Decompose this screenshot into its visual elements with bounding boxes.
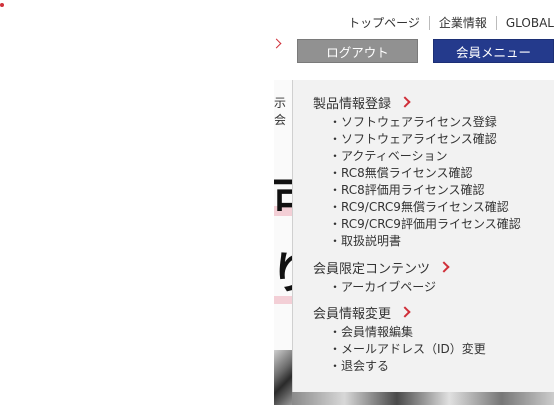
menu-item-list: アーカイブページ: [313, 279, 448, 296]
menu-item-manuals[interactable]: 取扱説明書: [329, 233, 521, 250]
section-title-member-content[interactable]: 会員限定コンテンツ: [313, 258, 430, 277]
chevron-right-icon: [438, 261, 450, 273]
menu-item-change-email[interactable]: メールアドレス（ID）変更: [329, 341, 486, 358]
menu-section-heading[interactable]: 会員限定コンテンツ: [313, 258, 450, 277]
menu-item-rc8-free-license[interactable]: RC8無償ライセンス確認: [329, 165, 521, 182]
menu-item-rc9-eval-license[interactable]: RC9/CRC9評価用ライセンス確認: [329, 216, 521, 233]
status-dot: [0, 3, 4, 7]
menu-item-rc8-eval-license[interactable]: RC8評価用ライセンス確認: [329, 182, 521, 199]
global-link[interactable]: GLOBAL: [497, 16, 554, 30]
logout-button[interactable]: ログアウト: [297, 39, 418, 63]
menu-section-heading[interactable]: 製品情報登録: [313, 93, 521, 112]
member-menu-button[interactable]: 会員メニュー: [433, 39, 554, 63]
menu-item-rc9-free-license[interactable]: RC9/CRC9無償ライセンス確認: [329, 199, 521, 216]
background-image: [292, 392, 554, 405]
background-content: 示会 可 り: [274, 80, 292, 405]
menu-item-list: ソフトウェアライセンス登録 ソフトウェアライセンス確認 アクティベーション RC…: [313, 114, 521, 250]
menu-item-list: 会員情報編集 メールアドレス（ID）変更 退会する: [313, 324, 486, 375]
menu-item-archive[interactable]: アーカイブページ: [329, 279, 448, 296]
background-large-text: り: [274, 252, 292, 296]
product-registration-section: 製品情報登録 ソフトウェアライセンス登録 ソフトウェアライセンス確認 アクティベ…: [313, 93, 521, 250]
menu-item-software-license-check[interactable]: ソフトウェアライセンス確認: [329, 131, 521, 148]
member-content-section: 会員限定コンテンツ アーカイブページ: [313, 258, 450, 296]
section-title-product-registration[interactable]: 製品情報登録: [313, 93, 391, 112]
menu-item-withdraw[interactable]: 退会する: [329, 358, 486, 375]
member-menu-dropdown: 製品情報登録 ソフトウェアライセンス登録 ソフトウェアライセンス確認 アクティベ…: [292, 80, 554, 392]
section-title-member-info[interactable]: 会員情報変更: [313, 303, 391, 322]
chevron-right-icon: [399, 306, 411, 318]
menu-section-heading[interactable]: 会員情報変更: [313, 303, 486, 322]
menu-item-software-license-register[interactable]: ソフトウェアライセンス登録: [329, 114, 521, 131]
menu-item-edit-member-info[interactable]: 会員情報編集: [329, 324, 486, 341]
top-navigation: トップページ 企業情報 GLOBAL: [339, 14, 554, 31]
corporate-info-link[interactable]: 企業情報: [430, 14, 496, 31]
menu-item-activation[interactable]: アクティベーション: [329, 148, 521, 165]
background-large-text: 可: [274, 178, 292, 222]
chevron-right-icon: [271, 38, 282, 49]
member-info-section: 会員情報変更 会員情報編集 メールアドレス（ID）変更 退会する: [313, 303, 486, 375]
chevron-right-icon: [399, 96, 411, 108]
top-page-link[interactable]: トップページ: [339, 14, 429, 31]
robot-image: [274, 350, 292, 405]
background-heading-fragment: 示会: [274, 96, 287, 127]
